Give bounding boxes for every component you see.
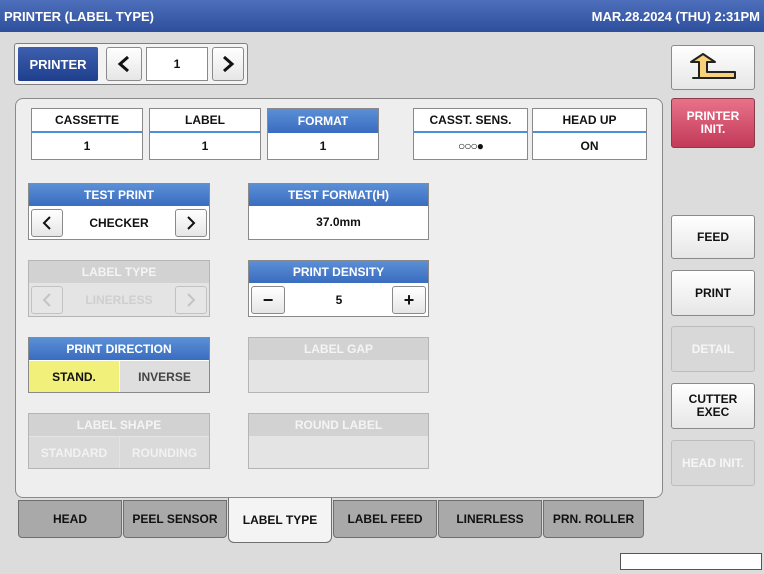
format-status: FORMAT 1 [267,108,379,160]
feed-button[interactable]: FEED [671,215,755,259]
printer-number: 1 [146,47,208,81]
back-button[interactable] [671,45,755,90]
head-init-button: HEAD INIT. [671,440,755,486]
datetime-display: MAR.28.2024 (THU) 2:31PM [591,9,760,24]
print-direction-control: PRINT DIRECTION STAND. INVERSE [28,337,210,393]
cassette-value: 1 [83,139,91,153]
cutter-exec-button[interactable]: CUTTER EXEC [671,383,755,429]
tab-peel-sensor[interactable]: PEEL SENSOR [123,500,227,538]
cassette-sensor-status: CASST. SENS. ○○○● [413,108,528,160]
return-arrow-icon [690,52,736,79]
chevron-left-icon [117,55,129,73]
label-gap-label: LABEL GAP [249,338,428,360]
round-label-label: ROUND LABEL [249,414,428,436]
page-title: PRINTER (LABEL TYPE) [4,9,154,24]
print-button[interactable]: PRINT [671,270,755,316]
printer-next-button[interactable] [212,47,244,81]
label-type-value: LINERLESS [85,293,153,307]
tab-linerless[interactable]: LINERLESS [438,500,542,538]
chevron-right-icon [187,293,196,307]
print-density-value: 5 [335,293,343,307]
cassette-label: CASSETTE [32,109,142,133]
chevron-left-icon [42,293,51,307]
test-print-control: TEST PRINT CHECKER [28,183,210,240]
shape-rounding-option: ROUNDING [120,437,209,468]
chevron-right-icon [187,216,196,230]
status-field [620,553,762,570]
tab-label-type[interactable]: LABEL TYPE [228,498,332,543]
label-type-label: LABEL TYPE [29,261,209,283]
detail-button: DETAIL [671,326,755,372]
cassette-status: CASSETTE 1 [31,108,143,160]
head-up-value: ON [580,139,599,153]
printer-init-button[interactable]: PRINTER INIT. [671,98,755,148]
test-print-next-button[interactable] [175,209,207,237]
tab-label-feed[interactable]: LABEL FEED [333,500,437,538]
format-value: 1 [319,139,327,153]
chevron-right-icon [223,55,235,73]
label-label: LABEL [150,109,260,133]
head-up-label: HEAD UP [533,109,646,133]
format-label: FORMAT [268,109,378,133]
label-type-control: LABEL TYPE LINERLESS [28,260,210,317]
print-direction-label: PRINT DIRECTION [29,338,209,360]
test-format-label: TEST FORMAT(H) [249,184,428,206]
density-increase-button[interactable]: + [392,286,426,314]
label-status: LABEL 1 [149,108,261,160]
chevron-left-icon [42,216,51,230]
test-print-value: CHECKER [89,216,149,230]
title-bar: PRINTER (LABEL TYPE) MAR.28.2024 (THU) 2… [0,0,764,32]
test-print-prev-button[interactable] [31,209,63,237]
tab-head[interactable]: HEAD [18,500,122,538]
test-format-value: 37.0mm [316,215,361,229]
cassette-sensor-value: ○○○● [458,139,484,153]
tab-prn-roller[interactable]: PRN. ROLLER [543,500,644,538]
print-density-label: PRINT DENSITY [249,261,428,283]
test-print-label: TEST PRINT [29,184,209,206]
label-gap-control: LABEL GAP [248,337,429,393]
label-type-prev-button [31,286,63,314]
test-format-control[interactable]: TEST FORMAT(H) 37.0mm [248,183,429,240]
cassette-sensor-label: CASST. SENS. [414,109,527,133]
head-up-status: HEAD UP ON [532,108,647,160]
label-shape-label: LABEL SHAPE [29,414,209,436]
label-type-next-button [175,286,207,314]
printer-label: PRINTER [18,47,98,81]
direction-standard-option[interactable]: STAND. [29,361,119,392]
printer-prev-button[interactable] [106,47,142,81]
label-shape-control: LABEL SHAPE STANDARD ROUNDING [28,413,210,469]
label-value: 1 [201,139,209,153]
print-density-control: PRINT DENSITY − 5 + [248,260,429,317]
density-decrease-button[interactable]: − [251,286,285,314]
shape-standard-option: STANDARD [29,437,119,468]
direction-inverse-option[interactable]: INVERSE [120,361,209,392]
round-label-control: ROUND LABEL [248,413,429,469]
